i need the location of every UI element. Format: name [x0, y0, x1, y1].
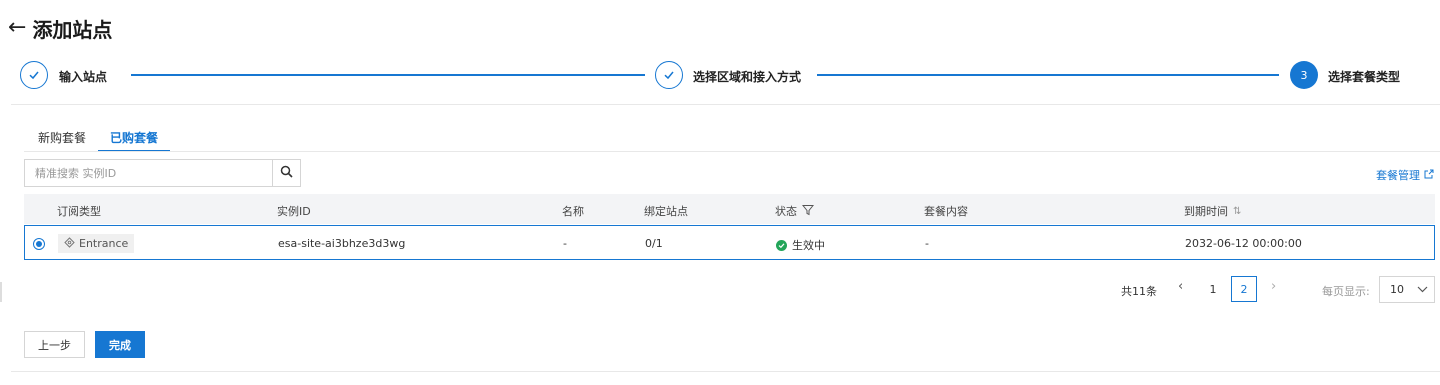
status-label: 生效中 — [792, 239, 825, 252]
column-header-type: 订阅类型 — [57, 205, 101, 218]
column-header-bound-sites: 绑定站点 — [644, 205, 688, 218]
step-3-label: 选择套餐类型 — [1328, 70, 1401, 84]
cell-bound-sites: 0/1 — [645, 237, 663, 250]
step-connector-1 — [131, 74, 645, 76]
step-2-label: 选择区域和接入方式 — [693, 70, 802, 84]
step-connector-2 — [817, 74, 1279, 76]
column-header-status-label: 状态 — [775, 205, 797, 218]
column-header-status: 状态 — [775, 203, 815, 219]
package-tabs: 新购套餐 已购套餐 — [26, 126, 171, 152]
tab-new-package[interactable]: 新购套餐 — [26, 126, 98, 152]
type-tag: Entrance — [58, 234, 135, 253]
entrance-icon — [64, 236, 75, 251]
row-radio[interactable] — [33, 238, 45, 250]
column-header-expire: 到期时间 ⇅ — [1184, 203, 1241, 219]
search-input[interactable] — [25, 160, 272, 186]
cell-name: - — [563, 237, 567, 250]
page-size-value: 10 — [1390, 283, 1404, 296]
previous-step-button[interactable]: 上一步 — [24, 331, 85, 358]
column-header-expire-label: 到期时间 — [1184, 205, 1228, 218]
table-header: 订阅类型 实例ID 名称 绑定站点 状态 套餐内容 到期时间 ⇅ — [24, 194, 1435, 224]
table-row[interactable]: Entrance esa-site-ai3bhze3d3wg - 0/1 生效中… — [24, 225, 1435, 260]
cell-instance-id: esa-site-ai3bhze3d3wg — [278, 237, 406, 250]
prev-page-icon[interactable]: ‹ — [1178, 279, 1183, 294]
finish-button[interactable]: 完成 — [95, 331, 145, 358]
page-title: 添加站点 — [32, 17, 113, 42]
column-header-instance-id: 实例ID — [277, 205, 311, 218]
type-label: Entrance — [79, 237, 129, 250]
stepper: 输入站点 选择区域和接入方式 3 选择套餐类型 — [20, 61, 1425, 89]
sort-icon[interactable]: ⇅ — [1233, 206, 1241, 217]
step-3-number: 3 — [1290, 61, 1318, 89]
package-manage-label: 套餐管理 — [1376, 169, 1420, 182]
back-arrow-icon[interactable]: ← — [8, 17, 26, 39]
page-size-label: 每页显示: — [1322, 285, 1370, 298]
page-number-1[interactable]: 1 — [1200, 276, 1226, 302]
next-page-icon[interactable]: › — [1271, 279, 1276, 294]
pagination: 共11条 ‹ 1 2 › 每页显示: 10 — [0, 276, 1440, 303]
left-edge-divider — [0, 282, 2, 302]
step-2-check-icon — [655, 61, 683, 89]
chevron-down-icon — [1417, 283, 1428, 296]
cell-status: 生效中 — [776, 237, 825, 253]
step-1-label: 输入站点 — [59, 70, 108, 84]
tabs-divider — [24, 151, 1440, 152]
cell-content: - — [925, 237, 929, 250]
search-icon — [280, 165, 293, 181]
status-check-icon — [776, 239, 787, 251]
package-manage-link[interactable]: 套餐管理 — [1376, 167, 1434, 183]
cell-expire: 2032-06-12 00:00:00 — [1185, 237, 1302, 250]
search-box — [24, 159, 301, 187]
column-header-name: 名称 — [562, 205, 584, 218]
radio-selected-dot — [36, 241, 42, 247]
page-number-2[interactable]: 2 — [1231, 276, 1257, 302]
step-1-check-icon — [20, 61, 48, 89]
search-button[interactable] — [272, 160, 300, 186]
tab-purchased-package[interactable]: 已购套餐 — [98, 126, 171, 152]
filter-icon[interactable] — [801, 204, 815, 219]
column-header-content: 套餐内容 — [924, 205, 968, 218]
pagination-total: 共11条 — [1121, 285, 1157, 298]
page-size-select[interactable]: 10 — [1379, 276, 1435, 303]
external-link-icon — [1424, 169, 1434, 182]
page-header: ← 添加站点 — [8, 14, 112, 42]
